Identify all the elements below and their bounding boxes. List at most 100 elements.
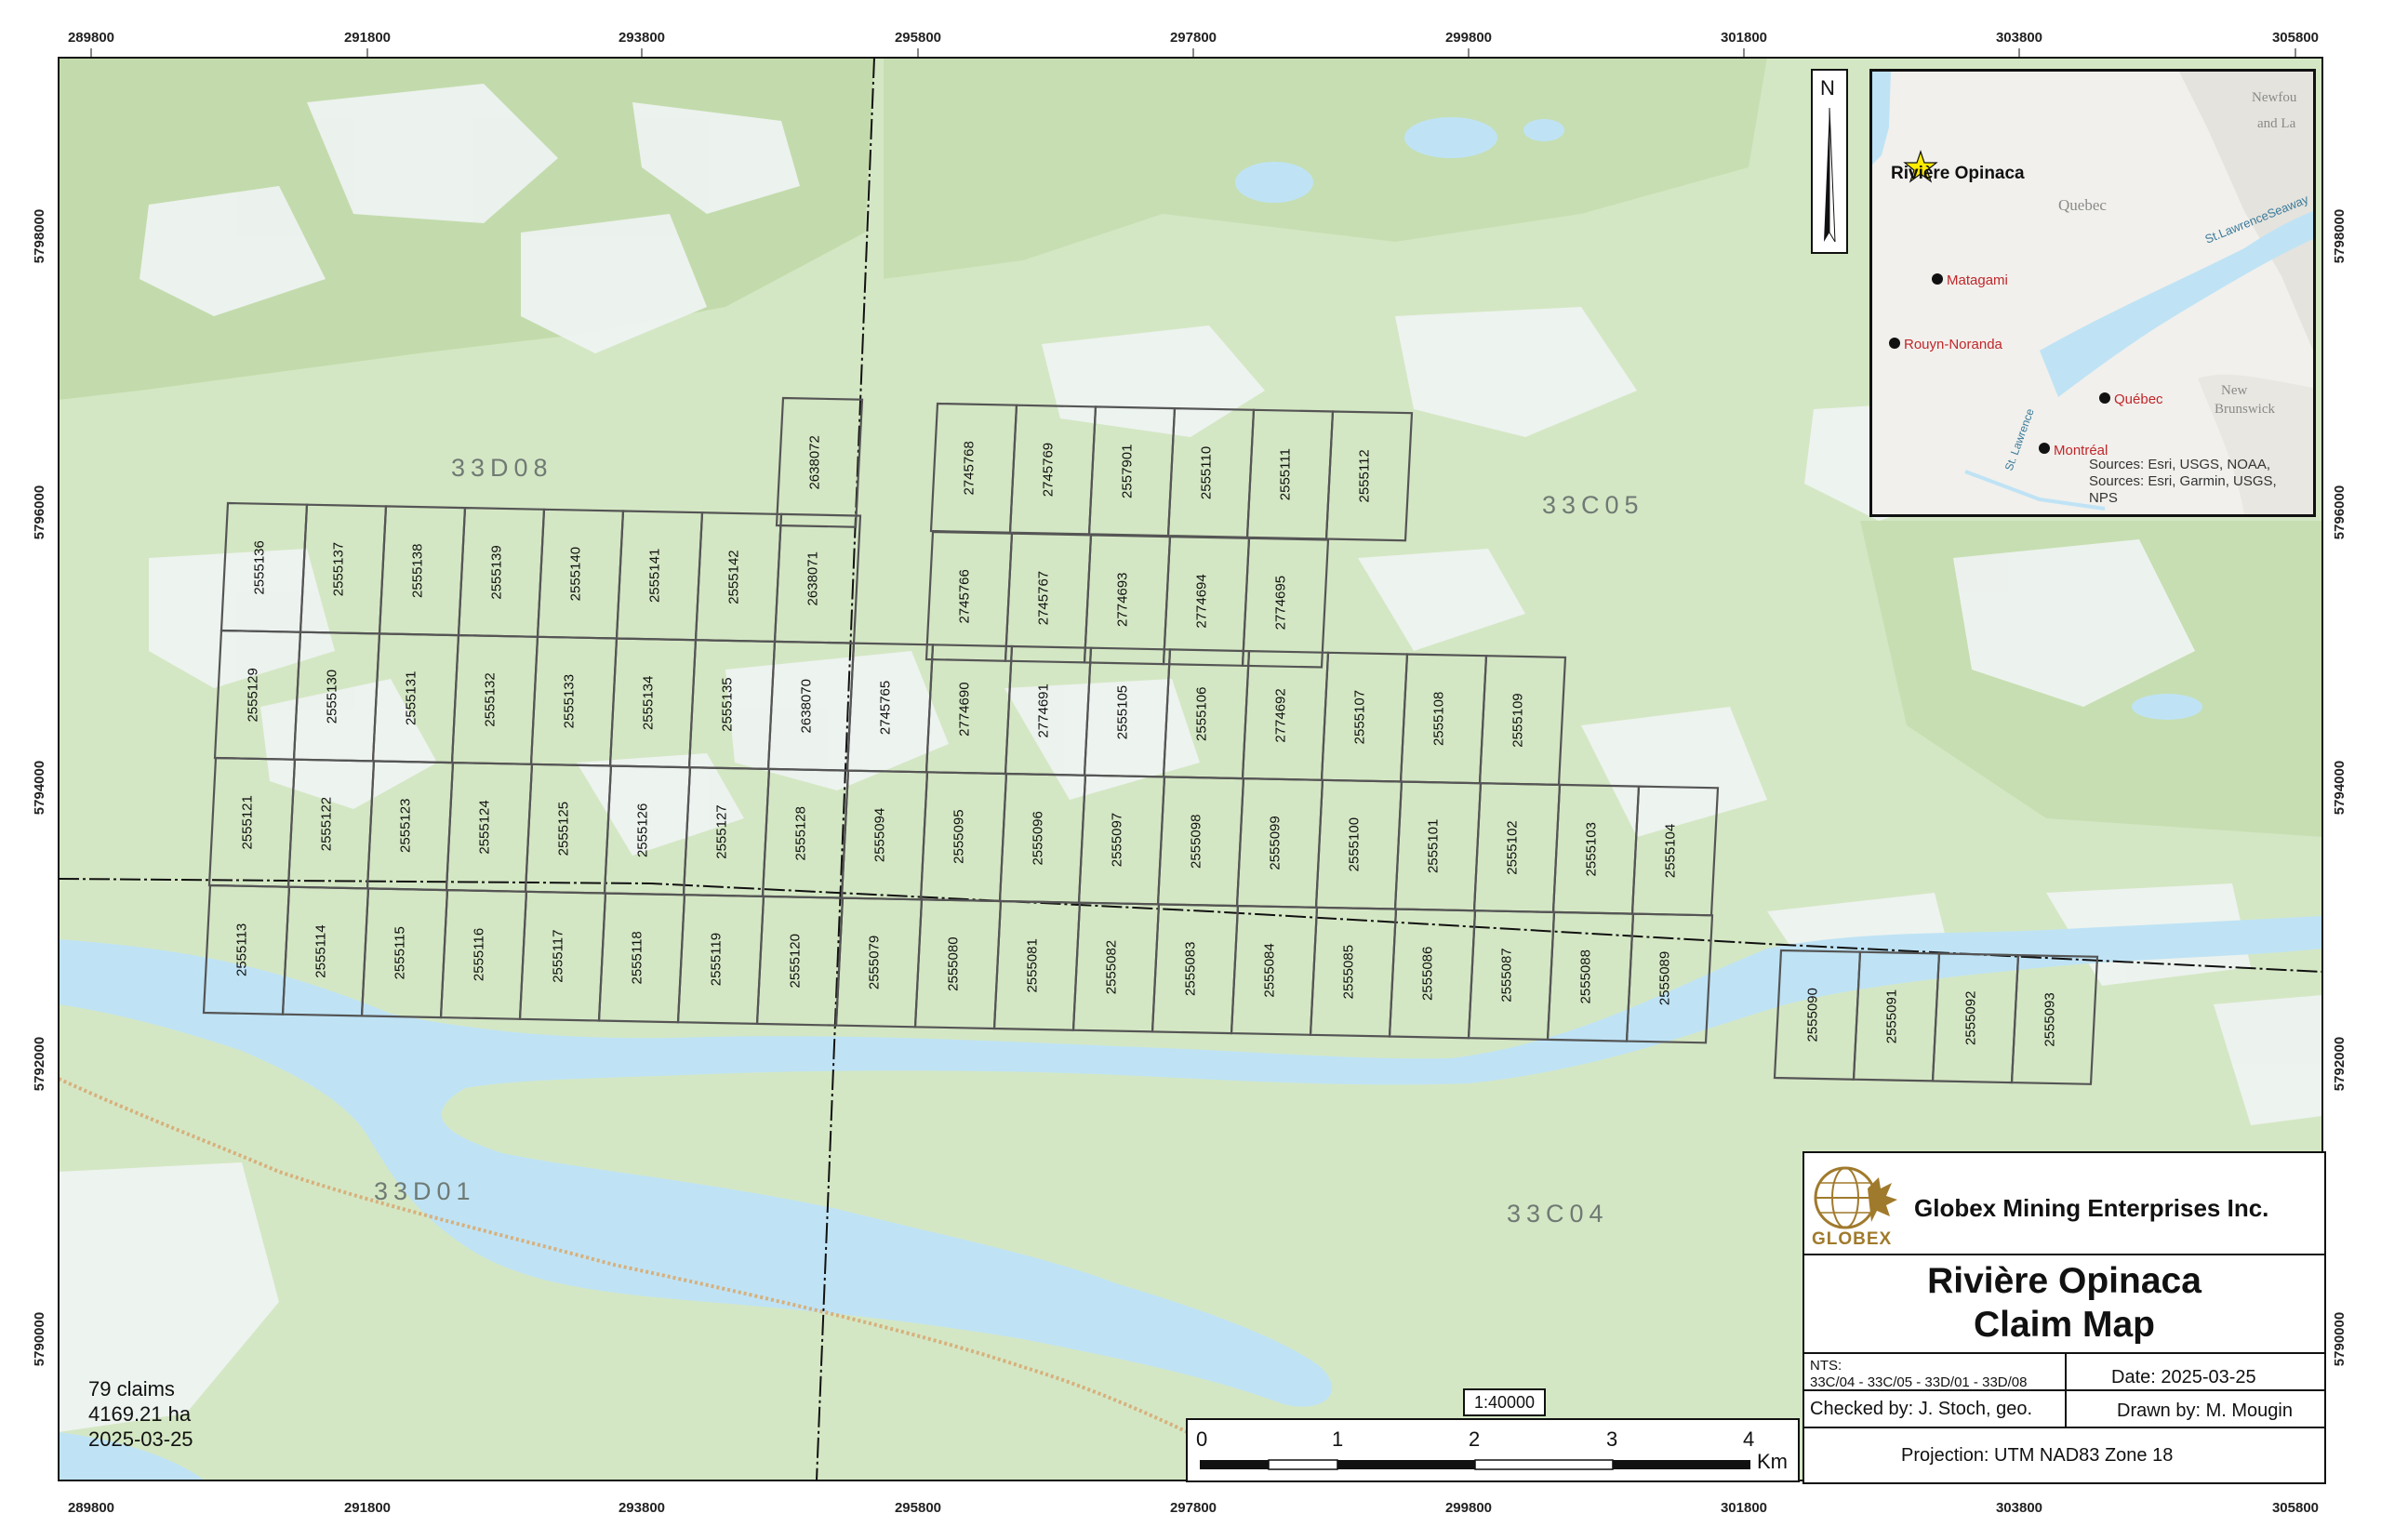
claim-label: 2555109 [1510, 693, 1526, 747]
easting-tick-label: 303800 [1996, 30, 2042, 46]
easting-tick-label: 289800 [68, 30, 114, 46]
location-inset-map: St.LawrenceSeaway St. Lawrence Rivière O… [1869, 69, 2316, 517]
claim-label: 2555126 [635, 803, 651, 857]
northing-tick-label: 5796000 [2332, 485, 2348, 539]
nts-33d08: 33D08 [451, 454, 553, 482]
northing-tick-label: 5794000 [2332, 761, 2348, 815]
claim-label: 2555088 [1578, 949, 1594, 1003]
claim-label: 2555112 [1357, 449, 1373, 502]
claim-label: 2555129 [246, 668, 261, 722]
claim-label: 2774695 [1273, 576, 1289, 630]
claim-label: 2555142 [726, 550, 742, 604]
claim-label: 2555097 [1110, 813, 1125, 867]
claim-label: 2555083 [1183, 942, 1199, 996]
city-dot-icon [2099, 392, 2110, 404]
map-date: Date: 2025-03-25 [2111, 1367, 2256, 1387]
claim-label: 2555113 [234, 923, 250, 976]
city-dot-icon [1932, 273, 1943, 285]
claim-label: 2555122 [319, 797, 335, 851]
claim-label: 2555121 [240, 795, 256, 849]
easting-tick-label: 301800 [1721, 30, 1767, 46]
northing-tick-label: 5798000 [32, 209, 47, 263]
claim-label: 2555116 [472, 928, 487, 981]
northing-tick-label: 5790000 [32, 1312, 47, 1366]
company-name: Globex Mining Enterprises Inc. [1914, 1194, 2269, 1222]
claim-label: 2555106 [1194, 687, 1210, 741]
claim-label: 2555114 [313, 924, 329, 977]
claim-label: 2774692 [1273, 688, 1289, 742]
claim-label: 2555107 [1352, 690, 1368, 744]
easting-tick-label: 299800 [1445, 30, 1492, 46]
claim-label: 2555125 [556, 802, 572, 856]
city-quebec: Québec [2114, 392, 2163, 407]
scale-label-4: 4 [1743, 1427, 1755, 1451]
claim-label: 2638071 [805, 551, 821, 605]
claim-label: 2557901 [1120, 445, 1136, 498]
globex-logo-text: GLOBEX [1812, 1229, 1893, 1249]
claim-label: 2555115 [392, 926, 408, 979]
claim-label: 2555096 [1031, 811, 1046, 865]
scale-label-2: 2 [1469, 1427, 1481, 1451]
claim-label: 2555085 [1341, 945, 1357, 999]
claim-label: 2555118 [630, 931, 645, 984]
northing-tick-label: 5794000 [32, 761, 47, 815]
north-label: N [1820, 76, 1835, 100]
nts-label: NTS: [1810, 1358, 1842, 1374]
inset-place-quebec: Quebec [2058, 196, 2107, 214]
claim-label: 2555117 [551, 930, 566, 983]
easting-tick-label: 293800 [619, 1500, 665, 1516]
easting-tick-label: 297800 [1170, 1500, 1217, 1516]
claim-label: 2555086 [1420, 947, 1436, 1001]
claim-label: 2555130 [325, 670, 340, 724]
claim-label: 2555134 [641, 676, 657, 730]
easting-tick-label: 297800 [1170, 30, 1217, 46]
claim-label: 2638070 [799, 679, 815, 733]
claim-label: 2555081 [1025, 938, 1041, 992]
claim-label: 2555141 [647, 549, 663, 603]
claim-label: 2555110 [1199, 446, 1215, 499]
scale-label-3: 3 [1606, 1427, 1618, 1451]
inset-place-newfoundland: Newfou [2252, 90, 2297, 105]
claim-label: 2555087 [1499, 948, 1515, 1002]
easting-tick-label: 291800 [344, 1500, 391, 1516]
inset-place-labrador: and La [2257, 116, 2296, 131]
northing-tick-label: 5792000 [2332, 1037, 2348, 1091]
north-arrow: N [1811, 69, 1848, 254]
scale-unit: Km [1757, 1450, 1788, 1473]
easting-tick-label: 295800 [895, 30, 941, 46]
claim-label: 2555127 [714, 804, 730, 858]
inset-project-label: Rivière Opinaca [1891, 164, 2025, 183]
northing-tick-label: 5798000 [2332, 209, 2348, 263]
easting-tick-label: 305800 [2272, 30, 2319, 46]
claim-label: 2555140 [568, 547, 584, 601]
city-dot-icon [1889, 338, 1900, 349]
claim-date: 2025-03-25 [88, 1427, 193, 1451]
scale-label-1: 1 [1332, 1427, 1344, 1451]
easting-tick-label: 301800 [1721, 1500, 1767, 1516]
scale-bar: 0 1 2 3 4 Km [1186, 1418, 1800, 1482]
scale-bar-graphic [1200, 1459, 1750, 1470]
claim-label: 2555133 [562, 674, 578, 728]
nts-33c05: 33C05 [1542, 491, 1644, 519]
nts-value: 33C/04 - 33C/05 - 33D/01 - 33D/08 [1810, 1374, 2028, 1390]
claim-label: 2745765 [878, 681, 894, 735]
easting-tick-label: 295800 [895, 1500, 941, 1516]
northing-tick-label: 5790000 [2332, 1312, 2348, 1366]
title-block: GLOBEX Globex Mining Enterprises Inc. Ri… [1802, 1151, 2326, 1484]
projection: Projection: UTM NAD83 Zone 18 [1901, 1445, 2174, 1466]
inset-place-new: New [2221, 383, 2248, 398]
claim-label: 2555090 [1805, 988, 1821, 1042]
claim-label: 2745767 [1036, 571, 1052, 625]
easting-tick-label: 289800 [68, 1500, 114, 1516]
easting-tick-label: 303800 [1996, 1500, 2042, 1516]
claim-label: 2555102 [1505, 820, 1521, 874]
claim-label: 2555139 [489, 545, 505, 599]
city-matagami: Matagami [1947, 272, 2008, 288]
claim-label: 2555084 [1262, 943, 1278, 997]
claim-label: 2774694 [1194, 574, 1210, 628]
claim-label: 2638072 [807, 435, 823, 489]
claim-label: 2555105 [1115, 685, 1131, 739]
claim-label: 2774690 [957, 682, 973, 736]
map-title-line1: Rivière Opinaca [1927, 1261, 2201, 1301]
claim-label: 2555080 [946, 936, 962, 990]
